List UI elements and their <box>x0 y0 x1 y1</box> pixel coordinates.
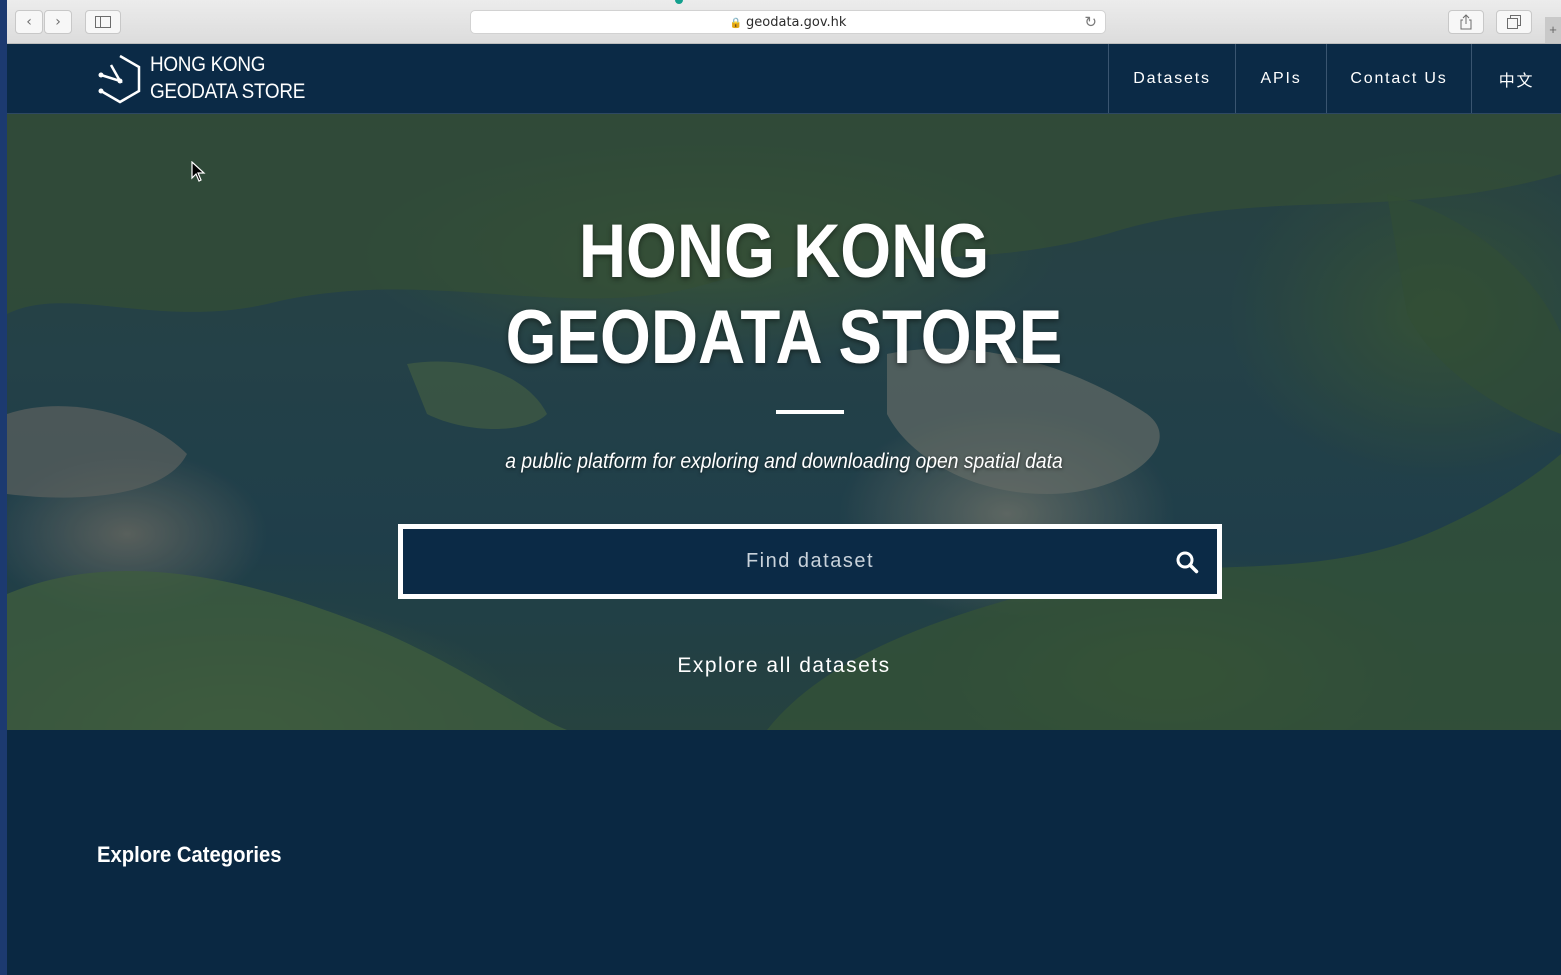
back-button[interactable]: ‹ <box>15 10 43 34</box>
explore-categories-heading: Explore Categories <box>97 842 282 867</box>
show-tabs-button[interactable] <box>1496 10 1532 34</box>
explore-all-datasets-link[interactable]: Explore all datasets <box>7 654 1561 678</box>
reload-icon[interactable]: ↻ <box>1084 13 1097 31</box>
main-nav: Datasets APIs Contact Us 中文 <box>1108 44 1561 113</box>
dataset-search-input[interactable] <box>403 529 1217 594</box>
logo-icon[interactable] <box>97 53 143 105</box>
chevron-left-icon: ‹ <box>26 14 32 30</box>
new-tab-button[interactable]: + <box>1545 17 1561 43</box>
hero-title-line-1: HONG KONG <box>578 209 990 294</box>
logo-line-2: GEODATA STORE <box>150 80 306 103</box>
mouse-cursor-icon <box>191 161 206 182</box>
hero-subtitle: a public platform for exploring and down… <box>505 450 1063 473</box>
lock-icon: 🔒 <box>729 18 743 29</box>
chevron-right-icon: › <box>55 14 61 30</box>
address-bar[interactable]: 🔒 geodata.gov.hk ↻ <box>470 10 1106 34</box>
plus-icon: + <box>1549 22 1557 37</box>
search-icon[interactable] <box>1175 550 1199 574</box>
sidebar-toggle-button[interactable] <box>85 10 121 34</box>
browser-window: ‹ › 🔒 geodata.gov.hk ↻ + HONG KONG GEODA… <box>7 0 1561 975</box>
sidebar-icon <box>95 16 111 28</box>
nav-datasets[interactable]: Datasets <box>1108 44 1235 113</box>
share-icon <box>1460 14 1472 30</box>
nav-language-toggle[interactable]: 中文 <box>1471 44 1561 113</box>
hero-divider <box>776 410 844 414</box>
loading-indicator <box>675 0 683 4</box>
hero-title: HONG KONG GEODATA STORE <box>7 209 1561 381</box>
browser-toolbar: ‹ › 🔒 geodata.gov.hk ↻ + <box>7 0 1561 44</box>
hero-banner: HONG KONG GEODATA STORE a public platfor… <box>7 114 1561 730</box>
dataset-search-box <box>398 524 1222 599</box>
nav-contact-us[interactable]: Contact Us <box>1326 44 1471 113</box>
hero-overlay <box>7 114 1561 730</box>
logo-line-1: HONG KONG <box>150 53 266 76</box>
tabs-icon <box>1507 15 1521 29</box>
nav-apis[interactable]: APIs <box>1235 44 1326 113</box>
share-button[interactable] <box>1448 10 1484 34</box>
url-text: geodata.gov.hk <box>746 15 847 30</box>
forward-button[interactable]: › <box>44 10 72 34</box>
hero-title-line-2: GEODATA STORE <box>505 295 1063 380</box>
url-display: 🔒 geodata.gov.hk <box>471 15 1105 30</box>
site-logo-text[interactable]: HONG KONG GEODATA STORE <box>150 51 305 105</box>
site-header: HONG KONG GEODATA STORE Datasets APIs Co… <box>7 44 1561 114</box>
